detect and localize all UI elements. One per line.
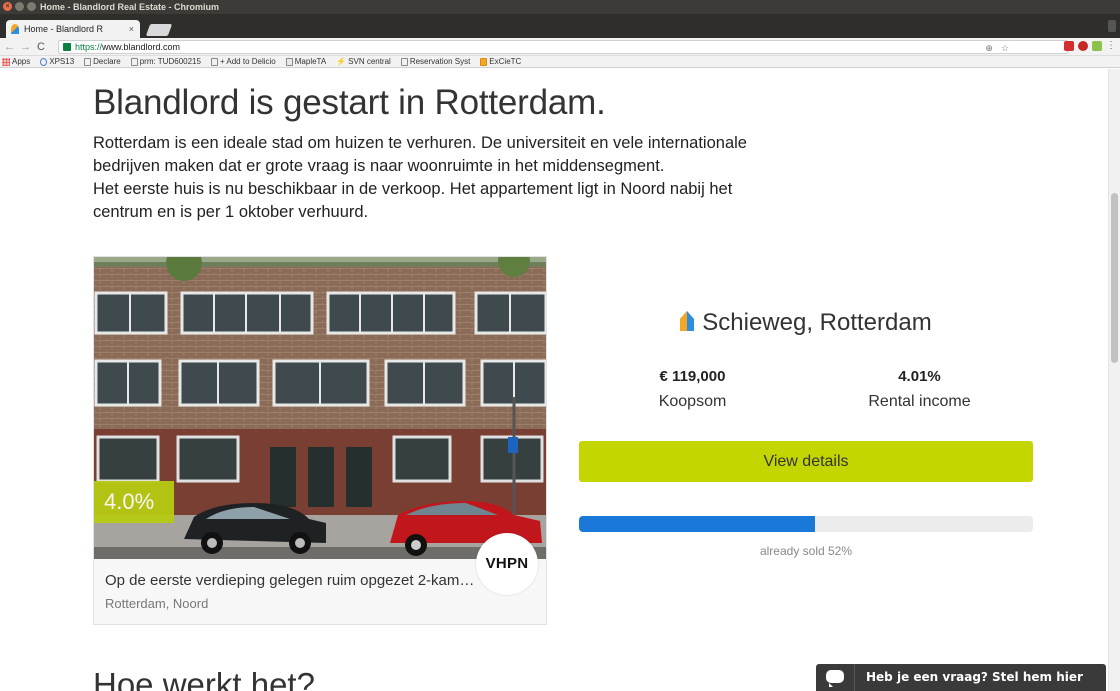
bookmark-label: + Add to Delicio (219, 57, 276, 66)
page-viewport: Blandlord is gestart in Rotterdam. Rotte… (0, 69, 1120, 691)
zoom-icon[interactable]: ⊕ (985, 42, 993, 54)
bookmark-label: Declare (93, 57, 121, 66)
intro-paragraph-1: Rotterdam is een ideale stad om huizen t… (93, 134, 747, 175)
property-card[interactable]: 4.0% VHPN Op de eerste verdieping gelege… (93, 256, 547, 625)
window-titlebar: × Home - Blandlord Real Estate - Chromiu… (0, 0, 1120, 14)
income-label: Rental income (868, 393, 971, 410)
forward-arrow-icon[interactable]: → (20, 40, 31, 54)
lock-icon (63, 43, 71, 51)
address-bar[interactable]: https://www.blandlord.com ⊕ ☆ (58, 40, 1068, 54)
page-icon (130, 57, 138, 66)
chat-widget-button[interactable]: Heb je een vraag? Stel hem hier (816, 664, 1106, 691)
how-it-works-heading: Hoe werkt het? (93, 666, 315, 691)
sold-progress-bar (579, 516, 1033, 532)
page-icon (210, 57, 218, 66)
apps-icon (2, 57, 10, 66)
page-icon (400, 57, 408, 66)
bookmark-label: MapleTA (294, 57, 327, 66)
maple-icon (285, 57, 293, 66)
window-minimize-button[interactable] (15, 2, 24, 11)
bookmark-label: ExCieTC (489, 57, 522, 66)
extension-badge-icon[interactable] (1078, 41, 1088, 51)
blandlord-favicon-icon (11, 24, 19, 34)
reload-icon[interactable]: C (37, 40, 45, 54)
globe-icon (40, 57, 48, 66)
bookmark-declare[interactable]: Declare (84, 56, 121, 67)
bookmark-prm[interactable]: prm: TUD600215 (130, 56, 201, 67)
agency-logo: VHPN (476, 533, 538, 595)
bookmark-label: SVN central (348, 57, 391, 66)
intro-paragraph-2: Het eerste huis is nu beschikbaar in de … (93, 180, 733, 221)
bookmark-label: Apps (12, 57, 31, 66)
property-title[interactable]: Op de eerste verdieping gelegen ruim opg… (105, 572, 475, 589)
bookmark-reservation[interactable]: Reservation Syst (400, 56, 471, 67)
bookmark-mapleta[interactable]: MapleTA (285, 56, 327, 67)
location-text: Schieweg, Rotterdam (702, 309, 932, 336)
chat-label: Heb je een vraag? Stel hem hier (866, 670, 1083, 684)
bookmarks-bar: Apps XPS13 Declare prm: TUD600215 + Add … (0, 56, 1120, 68)
bookmark-delicious[interactable]: + Add to Delicio (210, 56, 276, 67)
price-value: € 119,000 (659, 368, 726, 385)
intro-text: Rotterdam is een ideale stad om huizen t… (93, 132, 793, 224)
browser-menu-icon[interactable]: ⋮ (1106, 40, 1116, 51)
price-stat: € 119,000 Koopsom (579, 368, 806, 411)
chat-bubble-icon (826, 670, 844, 687)
window-title: Home - Blandlord Real Estate - Chromium (40, 2, 220, 12)
chat-divider (854, 664, 855, 691)
property-area: Rotterdam, Noord (105, 596, 209, 611)
sold-progress-label: already sold 52% (759, 544, 853, 558)
bookmark-xps13[interactable]: XPS13 (40, 56, 74, 67)
income-value: 4.01% (898, 368, 941, 385)
yield-badge: 4.0% (94, 481, 174, 523)
svn-icon: ⚡ (336, 57, 347, 66)
income-stat: 4.01% Rental income (806, 368, 1033, 411)
bookmark-label: XPS13 (49, 57, 75, 66)
sold-progress-fill (579, 516, 816, 532)
page-title: Blandlord is gestart in Rotterdam. (93, 83, 606, 122)
tab-strip: Home - Blandlord R × (0, 14, 1120, 38)
property-summary: Schieweg, Rotterdam € 119,000 Koopsom 4.… (579, 256, 1033, 586)
bookmark-star-icon[interactable]: ☆ (1001, 42, 1009, 54)
bookmark-svn[interactable]: ⚡ SVN central (336, 56, 391, 67)
back-arrow-icon[interactable]: ← (4, 40, 15, 54)
blandlord-logo-icon (680, 311, 695, 331)
bookmark-apps[interactable]: Apps (2, 56, 30, 67)
window-close-button[interactable]: × (3, 2, 12, 11)
new-tab-button[interactable] (145, 24, 173, 36)
profile-icon[interactable] (1108, 20, 1116, 32)
location-heading: Schieweg, Rotterdam (579, 309, 1033, 337)
scrollbar-thumb[interactable] (1111, 193, 1118, 363)
page-icon (84, 57, 92, 66)
tab-title: Home - Blandlord R (24, 24, 104, 34)
price-label: Koopsom (658, 393, 727, 410)
bookmark-label: Reservation Syst (409, 57, 471, 66)
tab-close-icon[interactable]: × (129, 20, 134, 38)
window-maximize-button[interactable] (27, 2, 36, 11)
url-host: www.blandlord.com (102, 42, 181, 52)
browser-toolbar: ← → C https://www.blandlord.com ⊕ ☆ ⋮ (0, 38, 1120, 56)
view-details-button[interactable]: View details (579, 441, 1033, 482)
url-scheme: https:// (75, 42, 103, 52)
extension-green-icon[interactable] (1092, 41, 1102, 51)
extension-red-icon[interactable] (1064, 41, 1074, 51)
page-scrollbar[interactable] (1108, 69, 1120, 691)
browser-tab[interactable]: Home - Blandlord R × (6, 20, 140, 38)
bookmark-label: prm: TUD600215 (139, 57, 201, 66)
bookmark-exciet[interactable]: ExCieTC (480, 56, 521, 67)
excie-icon (480, 57, 488, 66)
